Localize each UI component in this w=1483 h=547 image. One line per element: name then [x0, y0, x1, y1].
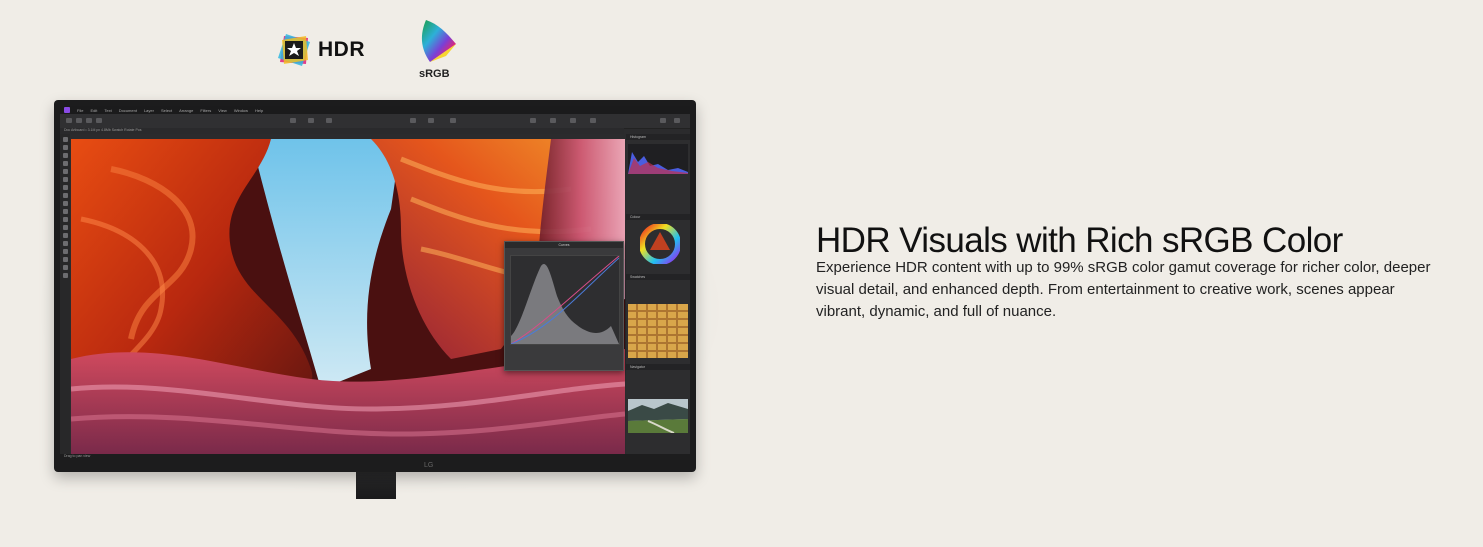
monitor-screen: File Edit Text Document Layer Select Arr… [60, 106, 690, 460]
tool-icon [62, 137, 68, 142]
toolbar-icon [86, 118, 92, 123]
tool-icon [62, 185, 68, 190]
app-toolbar [60, 114, 690, 129]
histogram-graph [628, 144, 688, 174]
tool-icon [62, 193, 68, 198]
section-body: Experience HDR content with up to 99% sR… [816, 259, 1431, 320]
panel-header: Navigator [626, 364, 690, 370]
logo-row: HDR sRGB [276, 18, 476, 86]
toolbar-icon [308, 118, 314, 123]
navigator-thumbnail [628, 399, 688, 433]
tool-icon [62, 233, 68, 238]
status-text: Drag to pan view [64, 454, 91, 458]
srgb-logo: sRGB [416, 18, 462, 84]
tool-icon [62, 209, 68, 214]
hdr-logo: HDR [276, 32, 365, 68]
context-bar-text: Doc Artboard • 3.1M px 4.8Mb Swatch Rota… [64, 128, 142, 132]
tool-icon [62, 273, 68, 278]
menu-item: Help [255, 107, 264, 113]
right-panels: Histogram Colour Swatches Navigator [626, 134, 690, 454]
color-wheel-icon [640, 224, 680, 264]
menu-item: Text [104, 107, 112, 113]
menu-item: Window [233, 107, 249, 113]
tool-icon [62, 257, 68, 262]
menu-item: Filters [200, 107, 212, 113]
toolbar-icon [66, 118, 72, 123]
curves-graph [510, 255, 620, 345]
menu-item: Arrange [179, 107, 194, 113]
curves-dialog: Curves [504, 241, 624, 371]
toolbar-icon [674, 118, 680, 123]
toolbar-icon [96, 118, 102, 123]
toolbar-icon [290, 118, 296, 123]
tools-panel [60, 134, 70, 454]
panel-title: Swatches [630, 275, 646, 279]
app-menubar: File Edit Text Document Layer Select Arr… [60, 106, 690, 114]
menu-item: File [77, 107, 84, 113]
tool-icon [62, 201, 68, 206]
tool-icon [62, 265, 68, 270]
menu-item: View [218, 107, 227, 113]
tool-icon [62, 249, 68, 254]
toolbar-icon [428, 118, 434, 123]
monitor-brand-logo: LG [424, 462, 434, 469]
toolbar-icon [660, 118, 666, 123]
section-headline: HDR Visuals with Rich sRGB Color [816, 221, 1343, 261]
app-statusbar: Drag to pan view [60, 454, 690, 460]
panel-title: Colour [630, 215, 641, 219]
panel-title: Navigator [630, 365, 645, 369]
srgb-logo-text: sRGB [419, 68, 450, 80]
tool-icon [62, 145, 68, 150]
hdr-logo-text: HDR [318, 38, 365, 61]
toolbar-icon [450, 118, 456, 123]
context-bar: Doc Artboard • 3.1M px 4.8Mb Swatch Rota… [60, 128, 624, 134]
panel-header: Colour [626, 214, 690, 220]
menu-item: Select [160, 107, 173, 113]
curves-dialog-row [505, 248, 623, 255]
toolbar-icon [550, 118, 556, 123]
menu-item: Edit [90, 107, 98, 113]
tool-icon [62, 177, 68, 182]
monitor: File Edit Text Document Layer Select Arr… [54, 100, 696, 472]
panel-header: Swatches [626, 274, 690, 280]
srgb-gamut-icon [421, 20, 456, 62]
toolbar-icon [326, 118, 332, 123]
tool-icon [62, 153, 68, 158]
toolbar-icon [530, 118, 536, 123]
menu-item: Layer [143, 107, 154, 113]
tool-icon [62, 225, 68, 230]
toolbar-icon [570, 118, 576, 123]
tool-icon [62, 161, 68, 166]
toolbar-icon [590, 118, 596, 123]
tool-icon [62, 169, 68, 174]
panel-header: Histogram [626, 134, 690, 140]
tool-icon [62, 241, 68, 246]
monitor-stand [356, 471, 396, 499]
tool-icon [62, 217, 68, 222]
app-icon [64, 107, 70, 113]
toolbar-icon [76, 118, 82, 123]
swatch-grid [628, 304, 688, 358]
menu-item: Document [118, 107, 137, 113]
toolbar-icon [410, 118, 416, 123]
hdr-badge-icon [278, 34, 310, 66]
panel-title: Histogram [630, 135, 646, 139]
